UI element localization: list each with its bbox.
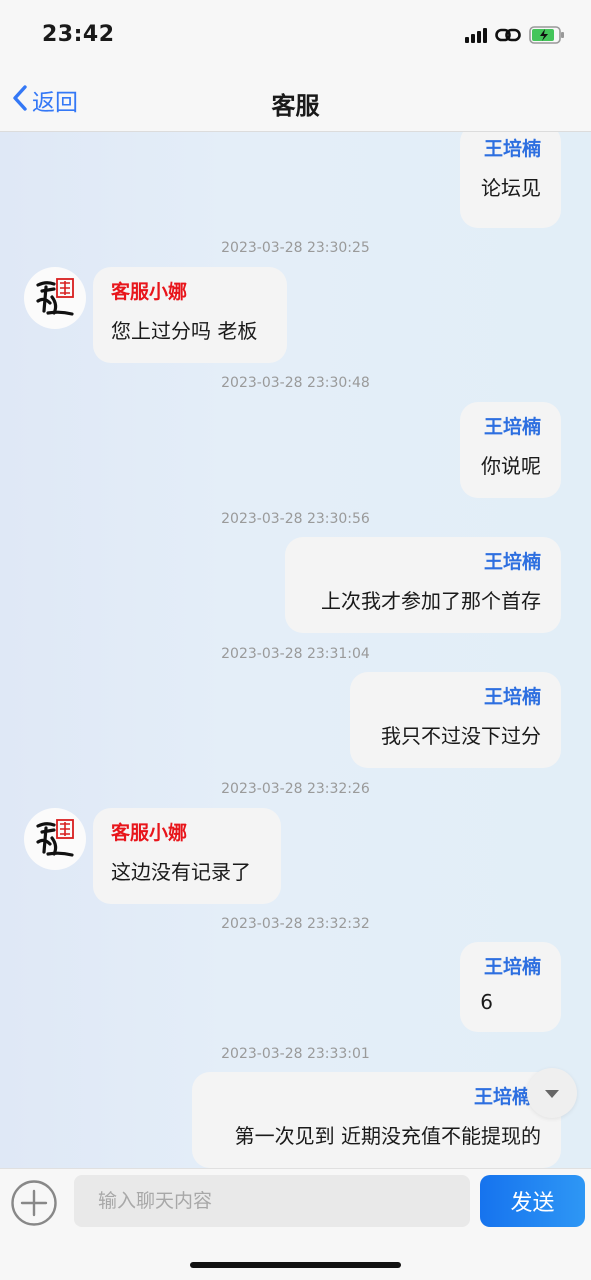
status-bar: 23:42 [0,0,591,70]
chat-area[interactable]: 王培楠 论坛见 2023-03-28 23:30:25 客服小娜 您上过分吗 老… [0,132,591,1168]
sender-name: 王培楠 [483,416,541,438]
sender-name: 王培楠 [483,138,541,160]
message-timestamp: 2023-03-28 23:31:04 [221,646,370,662]
message-text: 上次我才参加了那个首存 [321,589,541,613]
message-bubble[interactable]: 客服小娜 您上过分吗 老板 [93,267,287,363]
message-text: 我只不过没下过分 [381,724,541,748]
message-bubble[interactable]: 王培楠 你说呢 [460,402,561,498]
message-timestamp: 2023-03-28 23:32:32 [221,916,370,932]
agent-avatar[interactable] [24,267,86,329]
battery-icon [529,25,565,45]
sender-name: 王培楠 [483,956,541,978]
message-timestamp: 2023-03-28 23:30:48 [221,375,370,391]
message-text: 6 [480,990,493,1014]
sender-name: 客服小娜 [111,822,188,844]
sender-name: 王培楠 [483,686,541,708]
agent-avatar[interactable] [24,808,86,870]
message-bubble[interactable]: 王培楠 6 [460,942,561,1032]
message-timestamp: 2023-03-28 23:30:56 [221,511,370,527]
message-text: 您上过分吗 老板 [111,319,258,343]
status-time: 23:42 [42,22,115,47]
message-bubble[interactable]: 王培楠 论坛见 [460,132,561,228]
home-area [0,1234,591,1280]
message-text: 论坛见 [481,176,541,200]
input-bar: 发送 [0,1168,591,1234]
message-bubble[interactable]: 客服小娜 这边没有记录了 [93,808,281,904]
scroll-down-button[interactable] [527,1068,577,1118]
sender-name: 客服小娜 [111,281,188,303]
sender-name: 王培楠 [473,1086,531,1108]
message-text: 这边没有记录了 [111,860,251,884]
sender-name: 王培楠 [483,551,541,573]
attach-button[interactable] [10,1179,58,1227]
message-bubble[interactable]: 王培楠 第一次见到 近期没充值不能提现的 [192,1072,561,1168]
status-icons [465,25,565,45]
nav-bar: 返回 客服 [0,70,591,132]
home-indicator[interactable] [190,1262,401,1268]
message-timestamp: 2023-03-28 23:33:01 [221,1046,370,1062]
message-bubble[interactable]: 王培楠 我只不过没下过分 [350,672,561,768]
agent-logo-icon [36,278,74,316]
message-timestamp: 2023-03-28 23:32:26 [221,781,370,797]
message-text: 第一次见到 近期没充值不能提现的 [234,1124,541,1148]
page-title: 客服 [271,92,320,120]
message-bubble[interactable]: 王培楠 上次我才参加了那个首存 [285,537,561,633]
chat-input[interactable] [74,1175,470,1227]
link-icon [495,26,521,44]
message-timestamp: 2023-03-28 23:30:25 [221,240,370,256]
plus-circle-icon [11,1180,57,1226]
caret-down-icon [544,1084,560,1103]
send-button[interactable]: 发送 [480,1175,585,1227]
agent-logo-icon [36,819,74,857]
message-text: 你说呢 [481,454,541,478]
signal-icon [465,27,487,43]
